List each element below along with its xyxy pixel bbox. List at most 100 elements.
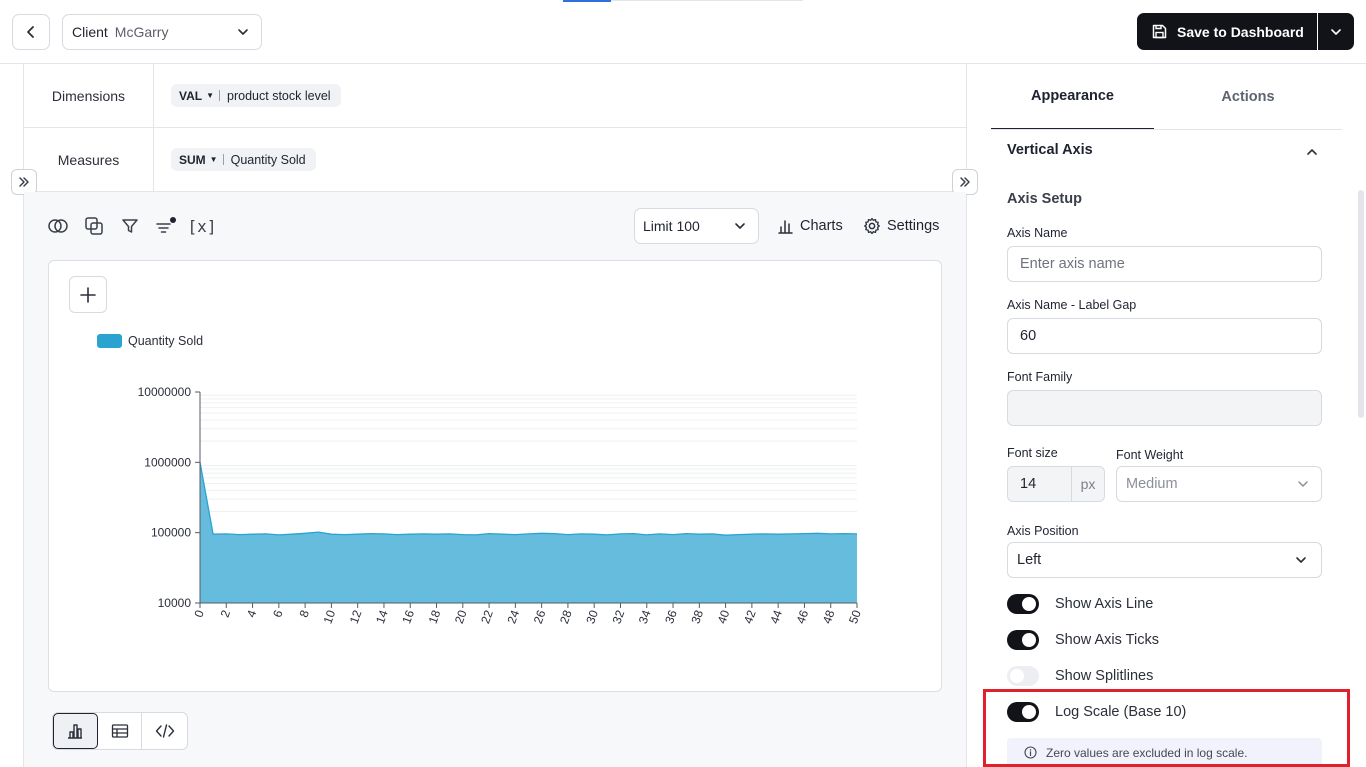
x-tick-label: 10 (320, 608, 338, 626)
x-tick-label: 36 (662, 608, 680, 626)
table-icon (111, 724, 128, 738)
x-tick-label: 18 (426, 608, 444, 626)
dimension-chip[interactable]: VAL ▼ product stock level (171, 84, 341, 107)
x-tick-label: 22 (478, 608, 496, 626)
x-tick-label: 28 (557, 608, 575, 626)
plus-icon (80, 286, 96, 303)
filter-icon[interactable] (118, 214, 142, 238)
x-tick-label: 14 (373, 608, 391, 626)
dimensions-label: Dimensions (24, 64, 154, 127)
scrollbar[interactable] (1358, 190, 1364, 418)
chevron-down-icon (1296, 557, 1306, 563)
double-chevron-right-icon (19, 177, 29, 187)
x-tick-label: 6 (270, 608, 286, 619)
client-select[interactable]: Client McGarry (62, 14, 262, 50)
axis-name-label: Axis Name (1007, 226, 1068, 240)
measures-row: Measures SUM ▼ Quantity Sold (24, 128, 966, 192)
show-axis-ticks-toggle[interactable] (1007, 630, 1039, 650)
chevron-down-icon (1331, 28, 1341, 35)
y-tick-label: 10000 (158, 596, 192, 610)
x-tick-label: 48 (820, 608, 838, 626)
show-axis-line-toggle[interactable] (1007, 594, 1039, 614)
font-size-unit: px (1071, 467, 1104, 501)
chart-view-button[interactable] (53, 713, 98, 749)
save-options-dropdown[interactable] (1318, 13, 1354, 50)
tab-appearance[interactable]: Appearance (991, 64, 1154, 130)
caret-down-icon[interactable]: ▼ (210, 155, 218, 164)
x-tick-label: 8 (296, 608, 312, 619)
show-splitlines-toggle[interactable] (1007, 666, 1039, 686)
font-weight-value: Medium (1126, 476, 1178, 492)
font-size-label: Font size (1007, 446, 1058, 460)
limit-select[interactable]: Limit 100 (634, 208, 759, 244)
add-button[interactable] (69, 276, 107, 313)
chevron-up-icon[interactable] (1305, 146, 1319, 158)
measures-label: Measures (24, 128, 154, 191)
client-select-value: McGarry (114, 24, 169, 40)
tab-actions[interactable]: Actions (1154, 64, 1342, 130)
limit-value: Limit 100 (643, 218, 700, 234)
x-tick-label: 16 (399, 608, 417, 626)
caret-down-icon[interactable]: ▼ (206, 91, 214, 100)
measure-chip[interactable]: SUM ▼ Quantity Sold (171, 148, 316, 171)
section-title-vertical-axis[interactable]: Vertical Axis (1007, 142, 1093, 158)
client-select-label: Client (72, 24, 108, 40)
dimension-field: product stock level (227, 88, 331, 103)
x-tick-label: 24 (504, 608, 522, 626)
double-chevron-right-icon (960, 177, 970, 187)
divider (222, 154, 224, 165)
x-tick-label: 4 (244, 608, 260, 619)
settings-button[interactable]: Settings (863, 214, 939, 238)
variables-icon[interactable]: [x] (188, 214, 217, 238)
measure-field: Quantity Sold (230, 152, 306, 167)
subsection-title-axis-setup: Axis Setup (1007, 191, 1082, 207)
y-tick-label: 10000000 (138, 385, 192, 399)
join-icon[interactable] (46, 214, 70, 238)
axis-position-select[interactable]: Left (1007, 542, 1322, 578)
duplicate-icon[interactable] (82, 214, 106, 238)
dimensions-row: Dimensions VAL ▼ product stock level (24, 64, 966, 128)
save-button-label: Save to Dashboard (1177, 23, 1304, 40)
dimension-aggregation: VAL (179, 88, 203, 103)
x-tick-label: 46 (794, 608, 812, 626)
area-chart: 100000001000000100000100000 2 4 6 8 10 12 14 16 1… (138, 385, 864, 626)
label-gap-input[interactable]: 60 (1007, 318, 1322, 354)
measure-aggregation: SUM (179, 152, 206, 167)
charts-button[interactable]: Charts (777, 214, 843, 238)
settings-button-label: Settings (887, 218, 940, 234)
sort-icon[interactable] (154, 214, 178, 238)
save-icon (1152, 24, 1167, 39)
code-view-button[interactable] (142, 713, 187, 749)
show-axis-ticks-label: Show Axis Ticks (1055, 632, 1159, 648)
chevron-down-icon (735, 223, 745, 229)
x-tick-label: 44 (767, 608, 785, 626)
chevron-down-icon (1298, 481, 1308, 487)
x-tick-label: 32 (610, 608, 628, 626)
x-tick-label: 20 (452, 608, 470, 626)
y-tick-label: 100000 (151, 526, 191, 540)
chevron-left-icon (27, 26, 34, 38)
progress-indicator (563, 0, 803, 2)
chart-legend[interactable]: Quantity Sold (97, 332, 203, 350)
divider (991, 129, 1342, 130)
table-view-button[interactable] (98, 713, 143, 749)
bar-chart-icon (778, 219, 793, 234)
gear-icon (864, 217, 880, 235)
divider (219, 90, 221, 101)
back-button[interactable] (12, 14, 50, 50)
charts-button-label: Charts (800, 218, 843, 234)
font-weight-select[interactable]: Medium (1116, 466, 1322, 502)
font-family-input[interactable] (1007, 390, 1322, 426)
show-splitlines-label: Show Splitlines (1055, 668, 1154, 684)
axis-name-input[interactable]: Enter axis name (1007, 246, 1322, 282)
bar-chart-icon (68, 724, 83, 739)
axis-position-label: Axis Position (1007, 524, 1079, 538)
font-family-label: Font Family (1007, 370, 1073, 384)
font-weight-label: Font Weight (1116, 448, 1184, 462)
x-tick-label: 38 (688, 608, 706, 626)
highlight-box (983, 689, 1350, 767)
label-gap-label: Axis Name - Label Gap (1007, 298, 1137, 312)
x-tick-label: 12 (347, 608, 365, 626)
save-to-dashboard-button[interactable]: Save to Dashboard (1137, 13, 1317, 50)
x-tick-label: 34 (636, 608, 654, 626)
